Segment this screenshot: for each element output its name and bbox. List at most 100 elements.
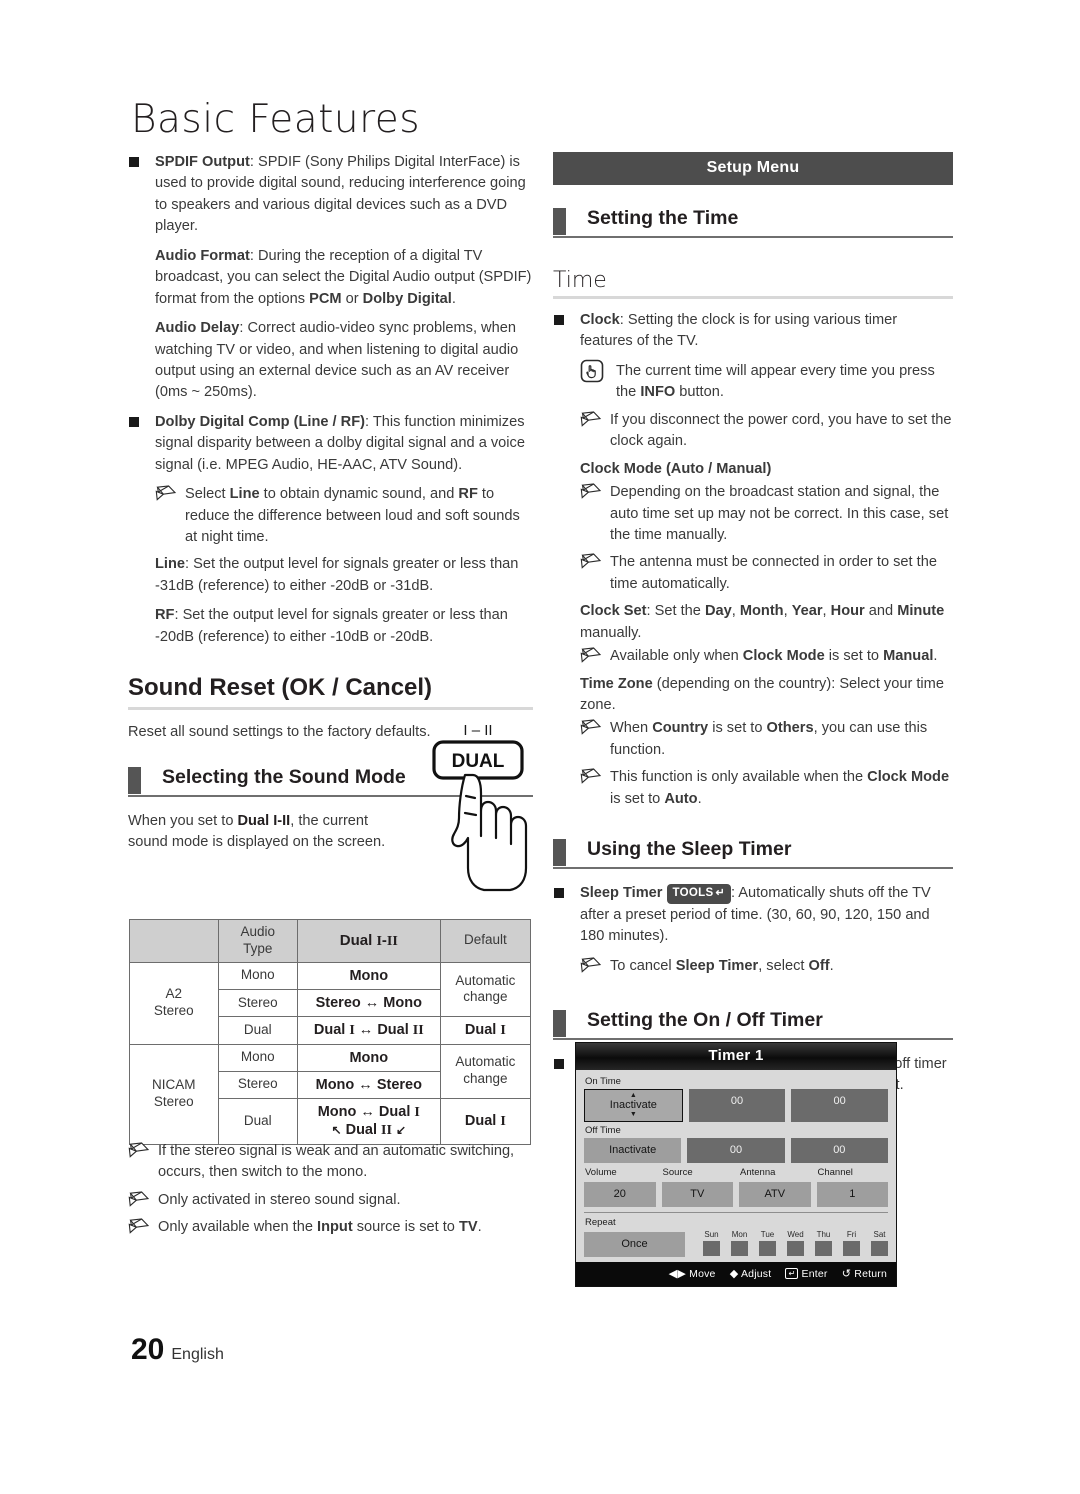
note-post: . <box>829 957 834 974</box>
up-down-arrow-icon: ◆ <box>729 1268 739 1280</box>
pencil-note-icon <box>128 1142 150 1158</box>
osd-source-field[interactable]: TV <box>661 1182 733 1207</box>
osd-day-sun[interactable]: Sun <box>703 1230 720 1256</box>
osd-divider <box>584 1212 888 1213</box>
osd-hint-enter-label: Enter <box>801 1268 828 1280</box>
note-b-input: Input <box>317 1219 353 1236</box>
note-mid: , select <box>758 957 809 974</box>
clock-set-pre: : Set the <box>646 603 705 620</box>
table-row: A2 Stereo Mono Mono Automatic change <box>129 961 532 1045</box>
osd-day-checkbox[interactable] <box>843 1241 860 1256</box>
pencil-note-icon <box>580 719 602 736</box>
power-cord-note: If you disconnect the power cord, you ha… <box>580 410 953 453</box>
table-cell-default: Automatic change <box>439 1043 532 1099</box>
osd-off-time-row: Inactivate 00 00 <box>584 1138 888 1163</box>
chevron-down-icon: ▼ <box>629 1111 637 1118</box>
sep: and <box>864 603 898 620</box>
clock-mode-heading-text: Clock Mode (Auto / Manual) <box>580 460 772 477</box>
note-pre: This function is only available when the <box>610 769 868 786</box>
line-text: : Set the output level for signals great… <box>155 556 519 594</box>
osd-off-time-minute-field[interactable]: 00 <box>790 1138 888 1163</box>
clock-set-day: Day <box>704 603 732 620</box>
osd-day-sat[interactable]: Sat <box>871 1230 888 1256</box>
spdif-term: SPDIF Output <box>155 154 250 170</box>
osd-day-fri[interactable]: Fri <box>843 1230 860 1256</box>
osd-day-checkbox[interactable] <box>759 1241 776 1256</box>
osd-antenna-label: Antenna <box>740 1167 776 1178</box>
note-pre: Available only when <box>610 648 743 665</box>
sound-mode-text: When you set to Dual I-II, the current s… <box>128 811 408 854</box>
osd-day-wed[interactable]: Wed <box>787 1230 804 1256</box>
osd-day-mon[interactable]: Mon <box>731 1230 748 1256</box>
note-b-manual: Manual <box>883 648 934 665</box>
osd-day-label: Tue <box>760 1230 775 1239</box>
clock-text: : Setting the clock is for using various… <box>580 312 898 350</box>
dolby-comp-term: Dolby Digital Comp (Line / RF) <box>155 413 365 430</box>
clock-set-month: Month <box>739 603 784 620</box>
osd-channel-field[interactable]: 1 <box>816 1182 888 1207</box>
osd-repeat-field[interactable]: Once <box>584 1232 685 1257</box>
osd-body: On Time ▲ Inactivate ▼ 00 00 Off Time In… <box>576 1070 896 1257</box>
note-pre: Only available when the <box>158 1219 318 1236</box>
sleep-timer-term: Sleep Timer <box>580 885 663 902</box>
table-cell-group-nicam: NICAM Stereo <box>129 1043 219 1145</box>
audio-delay-item: Audio Delay: Correct audio-video sync pr… <box>128 318 533 404</box>
table-header-default: Default <box>439 919 532 963</box>
clock-set-note: Available only when Clock Mode is set to… <box>580 646 953 667</box>
sep: , <box>783 603 792 620</box>
osd-day-thu[interactable]: Thu <box>815 1230 832 1256</box>
note-mid: source is set to <box>352 1219 459 1236</box>
table-cell-dual: Mono <box>296 961 441 990</box>
note-text: If you disconnect the power cord, you ha… <box>610 411 952 450</box>
note-text: If the stereo signal is weak and an auto… <box>158 1143 515 1181</box>
osd-day-label: Thu <box>816 1230 831 1239</box>
osd-day-tue[interactable]: Tue <box>759 1230 776 1256</box>
note-b-clock-mode: Clock Mode <box>867 769 950 786</box>
square-bullet-icon <box>129 157 139 167</box>
osd-day-checkbox[interactable] <box>871 1241 888 1256</box>
page-language: English <box>171 1346 224 1363</box>
note-post: . <box>697 790 702 807</box>
osd-on-time-state-field[interactable]: ▲ Inactivate ▼ <box>584 1089 683 1122</box>
page-footer: 20 English <box>131 1333 224 1367</box>
osd-off-time-state-field[interactable]: Inactivate <box>584 1138 682 1163</box>
clock-term: Clock <box>580 312 620 328</box>
tools-badge-label: TOOLS <box>672 887 714 900</box>
osd-off-time-hour-field[interactable]: 00 <box>687 1138 785 1163</box>
osd-day-label: Mon <box>731 1230 748 1239</box>
table-header-dual: Dual I-II <box>296 919 441 963</box>
setting-on-off-timer-heading: Setting the On / Off Timer <box>553 1009 953 1040</box>
line-item: Line: Set the output level for signals g… <box>128 554 533 597</box>
pencil-note-icon <box>128 1191 150 1207</box>
osd-day-checkbox[interactable] <box>731 1241 748 1256</box>
osd-antenna-field[interactable]: ATV <box>739 1182 811 1207</box>
page-title: Basic Features <box>131 97 421 142</box>
osd-day-checkbox[interactable] <box>787 1241 804 1256</box>
clock-mode-note-1: Depending on the broadcast station and s… <box>580 482 953 546</box>
page-number: 20 <box>131 1333 165 1366</box>
heading-label: Setting the Time <box>587 207 739 229</box>
table-cell-type: Mono <box>217 961 298 990</box>
osd-day-checkbox[interactable] <box>703 1241 720 1256</box>
osd-hint-enter: ↵ Enter <box>785 1268 827 1280</box>
audio-delay-term: Audio Delay <box>155 320 240 337</box>
osd-on-time-minute-field[interactable]: 00 <box>791 1089 889 1122</box>
osd-on-time-state-value: Inactivate <box>609 1099 657 1111</box>
rf-term: RF <box>155 607 175 624</box>
tools-badge-icon: TOOLS ↵ <box>666 884 731 905</box>
pencil-note-icon <box>580 768 602 785</box>
dolby-note-pre: Select <box>185 486 230 503</box>
osd-on-time-hour-field[interactable]: 00 <box>688 1089 786 1122</box>
table-header-audio-type: Audio Type <box>217 919 298 963</box>
audio-format-item: Audio Format: During the reception of a … <box>128 246 533 310</box>
note-b-auto: Auto <box>664 790 698 807</box>
osd-day-label: Wed <box>787 1230 804 1239</box>
osd-day-checkbox[interactable] <box>815 1241 832 1256</box>
setting-the-time-heading: Setting the Time <box>553 207 953 238</box>
dolby-note-line: Line <box>229 486 260 503</box>
osd-hint-move: ◀▶ Move <box>669 1268 716 1280</box>
osd-volume-field[interactable]: 20 <box>584 1182 656 1207</box>
osd-hint-return: ↺ Return <box>842 1268 887 1280</box>
square-bullet-icon <box>554 1058 564 1069</box>
clock-item: Clock: Setting the clock is for using va… <box>553 310 953 353</box>
